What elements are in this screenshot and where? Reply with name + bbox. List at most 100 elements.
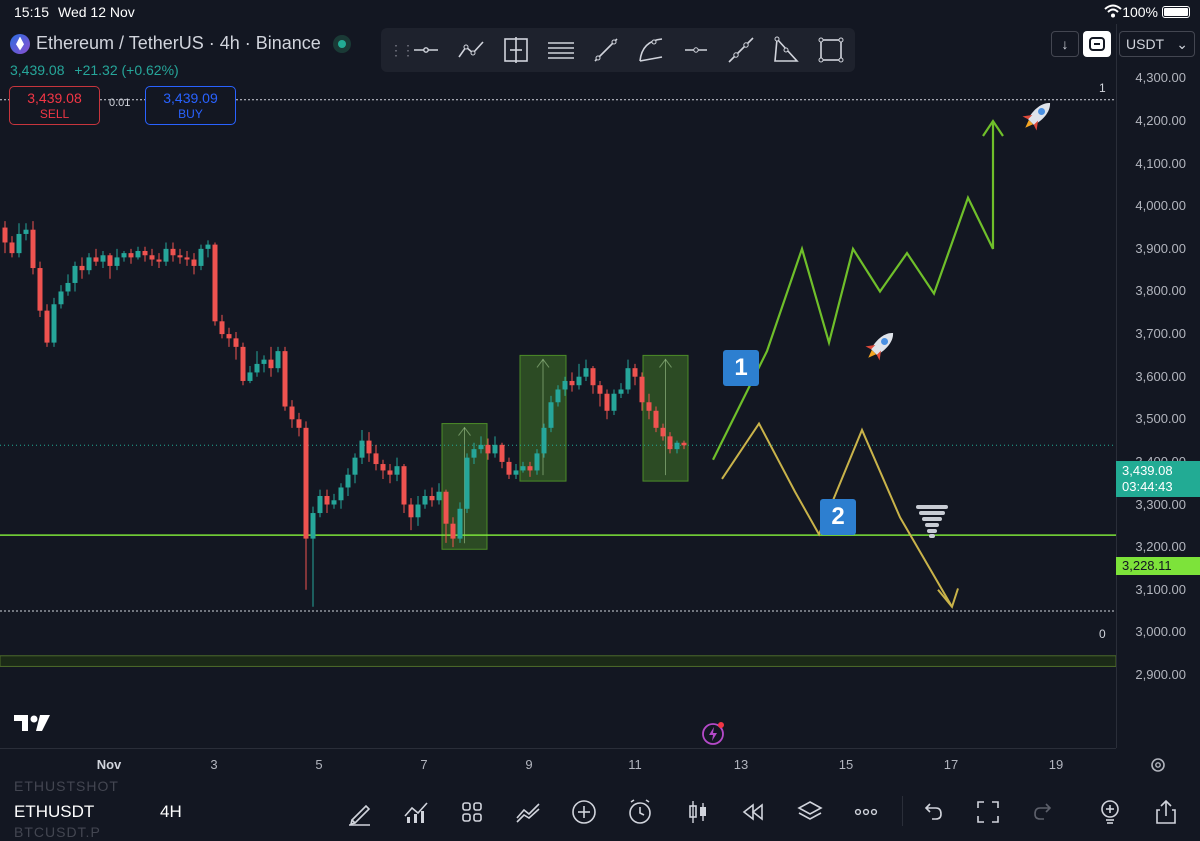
parallel-channel-icon[interactable] bbox=[538, 30, 583, 70]
add-icon[interactable] bbox=[570, 798, 598, 826]
share-icon[interactable] bbox=[1152, 798, 1180, 826]
candle-body bbox=[114, 257, 120, 266]
spread-value: 0.01 bbox=[109, 97, 131, 109]
tradingview-logo-icon[interactable] bbox=[14, 713, 50, 733]
price-tick: 3,000.00 bbox=[1135, 624, 1186, 640]
watchlist-prev-symbol[interactable]: ETHUSTSHOT bbox=[14, 778, 119, 794]
sync-drawings-button[interactable] bbox=[1083, 31, 1111, 57]
candle-body bbox=[492, 444, 498, 454]
candle-body bbox=[597, 385, 603, 394]
horizontal-ray-icon[interactable] bbox=[673, 30, 718, 70]
buy-label: BUY bbox=[178, 107, 203, 121]
candle-body bbox=[366, 440, 372, 454]
candle-body bbox=[506, 461, 512, 475]
candle-body bbox=[499, 444, 505, 462]
more-icon[interactable] bbox=[852, 798, 880, 826]
price-summary: 3,439.08 +21.32 (+0.62%) bbox=[10, 62, 185, 78]
symbol-header[interactable]: Ethereum / TetherUS · 4h · Binance bbox=[10, 33, 351, 54]
candle-body bbox=[541, 427, 547, 454]
price-axis[interactable]: 4,300.00 4,200.00 4,100.00 4,000.00 3,900.00… bbox=[1116, 24, 1200, 748]
candle-body bbox=[471, 449, 477, 458]
status-time: 15:15 bbox=[14, 4, 50, 20]
candle-body bbox=[604, 393, 610, 411]
candle-body bbox=[667, 436, 673, 450]
candle-body bbox=[324, 496, 330, 505]
chart-settings-icon[interactable] bbox=[1148, 755, 1168, 775]
trend-line-icon[interactable] bbox=[583, 30, 628, 70]
compare-icon[interactable] bbox=[514, 798, 542, 826]
price-tick: 3,800.00 bbox=[1135, 283, 1186, 299]
candle-body bbox=[254, 363, 260, 373]
price-tick: 4,300.00 bbox=[1135, 70, 1186, 86]
scroll-down-button[interactable]: ↓ bbox=[1051, 31, 1079, 57]
price-tick: 2,900.00 bbox=[1135, 666, 1186, 682]
draw-icon[interactable] bbox=[346, 798, 374, 826]
price-tick: 3,700.00 bbox=[1135, 326, 1186, 342]
redo-icon[interactable] bbox=[1030, 798, 1058, 826]
candle-body bbox=[142, 251, 148, 256]
sell-label: SELL bbox=[39, 107, 70, 121]
candle-countdown: 03:44:43 bbox=[1122, 479, 1173, 494]
candle-body bbox=[548, 402, 554, 428]
candle-body bbox=[338, 487, 344, 501]
fixed-range-icon[interactable] bbox=[493, 30, 538, 70]
price-tick: 3,900.00 bbox=[1135, 240, 1186, 256]
candle-body bbox=[352, 457, 358, 475]
candle-type-icon[interactable] bbox=[684, 798, 712, 826]
arc-icon[interactable] bbox=[628, 30, 673, 70]
battery-percent: 100% bbox=[1122, 4, 1158, 20]
candle-body bbox=[191, 259, 197, 266]
horizontal-line-icon[interactable] bbox=[403, 30, 448, 70]
candle-body bbox=[212, 244, 218, 322]
watchlist-next-symbol[interactable]: BTCUSDT.P bbox=[14, 824, 101, 840]
price-tick: 4,000.00 bbox=[1135, 198, 1186, 214]
candle-body bbox=[51, 304, 57, 343]
candle-body bbox=[303, 427, 309, 539]
polyline-icon[interactable] bbox=[448, 30, 493, 70]
extended-line-icon[interactable] bbox=[718, 30, 763, 70]
current-price-label: 3,439.08 03:44:43 bbox=[1116, 461, 1200, 497]
support-price-label: 3,228.11 bbox=[1116, 557, 1200, 575]
price-tick: 3,300.00 bbox=[1135, 496, 1186, 512]
price-chart[interactable] bbox=[0, 24, 1116, 748]
sync-icon bbox=[1089, 37, 1105, 51]
flash-news-icon[interactable] bbox=[702, 721, 726, 745]
zone-band bbox=[0, 655, 1116, 667]
drag-handle-icon[interactable]: ⋮⋮ bbox=[389, 40, 415, 60]
alert-icon[interactable] bbox=[626, 798, 654, 826]
candle-body bbox=[240, 346, 246, 381]
candle-body bbox=[408, 504, 414, 518]
fib-level-top-label: 1 bbox=[1099, 81, 1106, 95]
candle-body bbox=[583, 368, 589, 377]
buy-button[interactable]: 3,439.09 BUY bbox=[145, 86, 236, 125]
time-axis[interactable]: Nov 3 5 7 9 11 13 15 17 19 bbox=[0, 748, 1116, 778]
timeframe-selector[interactable]: 4H bbox=[160, 802, 182, 822]
replay-icon[interactable] bbox=[740, 798, 768, 826]
candle-body bbox=[415, 504, 421, 518]
fib-level-bottom-label: 0 bbox=[1099, 627, 1106, 641]
candle-body bbox=[275, 351, 281, 369]
fullscreen-icon[interactable] bbox=[974, 798, 1002, 826]
price-tick: 4,200.00 bbox=[1135, 113, 1186, 129]
symbol-selector[interactable]: ETHUSDT bbox=[14, 802, 94, 822]
candle-body bbox=[310, 513, 316, 539]
triangle-icon[interactable] bbox=[763, 30, 808, 70]
rectangle-icon[interactable] bbox=[808, 30, 853, 70]
layers-icon[interactable] bbox=[796, 798, 824, 826]
layouts-icon[interactable] bbox=[458, 798, 486, 826]
price-tick: 3,600.00 bbox=[1135, 368, 1186, 384]
time-tick: 3 bbox=[210, 757, 218, 772]
ios-status-bar: 15:15 Wed 12 Nov 100% bbox=[0, 0, 1200, 24]
undo-icon[interactable] bbox=[918, 798, 946, 826]
candle-body bbox=[177, 255, 183, 258]
candle-body bbox=[268, 359, 274, 369]
price-tick: 3,200.00 bbox=[1135, 539, 1186, 555]
candle-body bbox=[9, 242, 15, 254]
sell-button[interactable]: 3,439.08 SELL bbox=[9, 86, 100, 125]
indicators-icon[interactable] bbox=[402, 798, 430, 826]
ideas-icon[interactable] bbox=[1096, 798, 1124, 826]
price-tick: 4,100.00 bbox=[1135, 155, 1186, 171]
time-tick: 13 bbox=[733, 757, 749, 772]
candle-body bbox=[443, 491, 449, 524]
candle-body bbox=[555, 389, 561, 403]
